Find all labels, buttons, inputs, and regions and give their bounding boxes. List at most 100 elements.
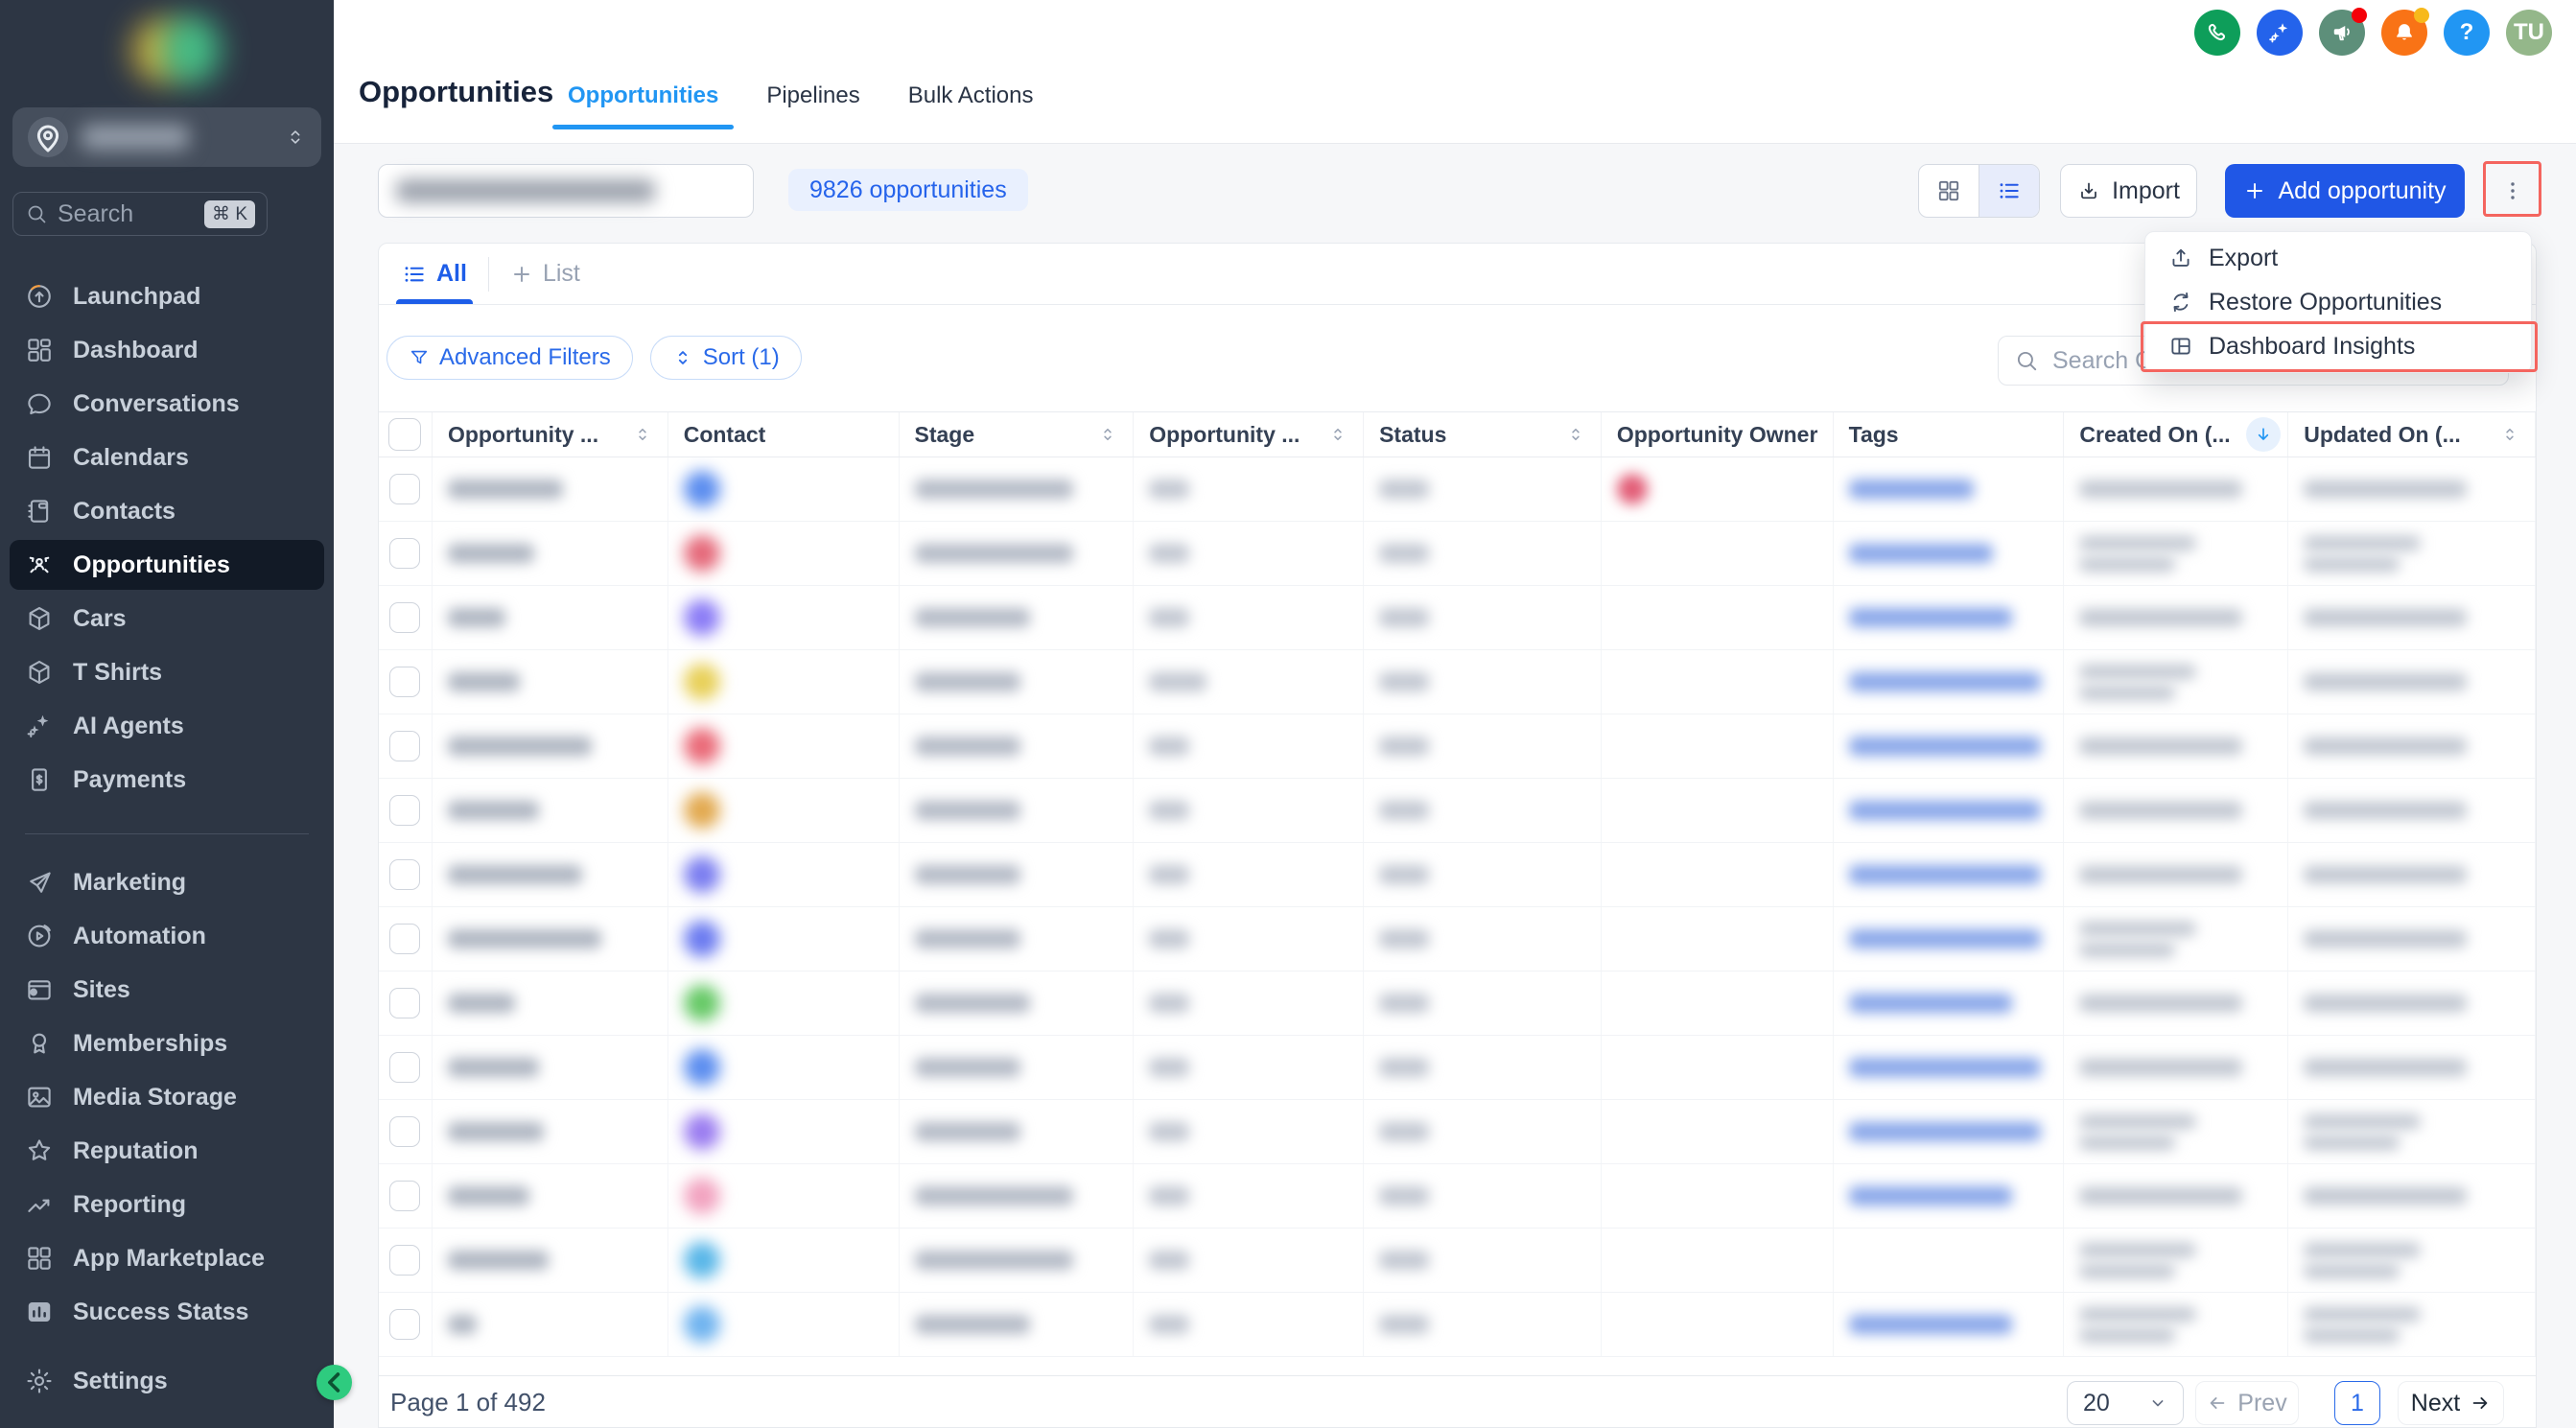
sidebar-item-contacts[interactable]: Contacts [0,484,334,538]
pipeline-select[interactable] [378,164,754,218]
notifications-button[interactable] [2381,10,2427,56]
import-button[interactable]: Import [2060,164,2197,218]
table-row[interactable] [379,586,2536,650]
sort-carets-icon[interactable] [633,425,652,444]
contact-avatar [684,1242,720,1278]
table-row[interactable] [379,457,2536,522]
table-row[interactable] [379,1229,2536,1293]
row-checkbox[interactable] [389,474,420,504]
sidebar-item-ai-agents[interactable]: AI Agents [0,699,334,753]
help-button[interactable]: ? [2444,10,2490,56]
announcements-button[interactable] [2319,10,2365,56]
current-page-button[interactable]: 1 [2334,1381,2380,1425]
select-all-checkbox[interactable] [388,418,421,451]
sidebar-item-media-storage[interactable]: Media Storage [0,1070,334,1124]
contact-avatar [684,792,720,829]
blurred-text [915,608,1030,627]
tab-all[interactable]: All [388,244,480,304]
blurred-text [915,1251,1073,1270]
sidebar-search-input[interactable]: Search ⌘ K [12,192,268,236]
sort-button[interactable]: Sort (1) [650,336,802,380]
table-row[interactable] [379,1164,2536,1229]
menu-item-dashboard-insights[interactable]: Dashboard Insights [2145,324,2531,368]
avatar-button[interactable]: TU [2506,10,2552,56]
sidebar-item-marketing[interactable]: Marketing [0,855,334,909]
table-row[interactable] [379,714,2536,779]
sidebar-item-sites[interactable]: Sites [0,963,334,1017]
table-row[interactable] [379,1293,2536,1357]
phone-button[interactable] [2194,10,2240,56]
sidebar-item-app-marketplace[interactable]: App Marketplace [0,1231,334,1285]
blurred-dates [2079,1243,2196,1278]
blurred-text [2304,995,2467,1012]
row-checkbox[interactable] [389,602,420,633]
row-checkbox[interactable] [389,1052,420,1083]
search-icon [25,202,48,225]
sidebar-collapse-button[interactable] [316,1365,352,1400]
sidebar-item-dashboard[interactable]: Dashboard [0,323,334,377]
add-list-button[interactable]: List [497,244,594,304]
sidebar-item-label: Automation [73,923,206,950]
table-row[interactable] [379,843,2536,907]
location-switcher[interactable] [12,107,321,167]
table-row[interactable] [379,907,2536,972]
next-page-button[interactable]: Next [2398,1381,2504,1425]
sort-carets-icon[interactable] [2500,425,2519,444]
row-checkbox[interactable] [389,795,420,826]
sidebar-item-calendars[interactable]: Calendars [0,431,334,484]
table-row[interactable] [379,779,2536,843]
sort-carets-icon[interactable] [1098,425,1117,444]
sort-desc-active[interactable] [2246,417,2281,452]
row-checkbox[interactable] [389,1116,420,1147]
table-row[interactable] [379,972,2536,1036]
more-actions-button[interactable] [2494,170,2532,212]
table-row[interactable] [379,1036,2536,1100]
row-checkbox[interactable] [389,988,420,1018]
search-shortcut-badge: ⌘ K [204,200,255,228]
list-view-button[interactable] [1979,165,2039,217]
blurred-text [2304,673,2467,691]
sidebar-item-payments[interactable]: Payments [0,753,334,807]
table-row[interactable] [379,522,2536,586]
sidebar-item-automation[interactable]: Automation [0,909,334,963]
sort-carets-icon[interactable] [1566,425,1585,444]
sidebar-item-conversations[interactable]: Conversations [0,377,334,431]
sidebar-item-success-statss[interactable]: Success Statss [0,1285,334,1339]
advanced-filters-button[interactable]: Advanced Filters [386,336,633,380]
prev-page-button[interactable]: Prev [2195,1381,2299,1425]
sidebar-item-memberships[interactable]: Memberships [0,1017,334,1070]
add-opportunity-button[interactable]: Add opportunity [2225,164,2465,218]
grid-view-button[interactable] [1919,165,1979,217]
row-checkbox[interactable] [389,1245,420,1276]
row-checkbox[interactable] [389,859,420,890]
row-checkbox[interactable] [389,1309,420,1340]
row-checkbox[interactable] [389,731,420,761]
ai-sparkles-button[interactable] [2257,10,2303,56]
blurred-text [915,1315,1030,1334]
table-row[interactable] [379,1100,2536,1164]
menu-item-export[interactable]: Export [2145,236,2531,280]
sidebar-item-opportunities[interactable]: Opportunities [0,538,334,592]
table-row[interactable] [379,650,2536,714]
prev-label: Prev [2237,1390,2286,1417]
row-checkbox[interactable] [389,667,420,697]
row-checkbox[interactable] [389,538,420,569]
blurred-text [1849,801,2041,820]
sidebar-item-reporting[interactable]: Reporting [0,1178,334,1231]
page-size-select[interactable]: 20 [2067,1381,2184,1425]
announcements-icon [2330,20,2354,45]
sidebar-item-t-shirts[interactable]: T Shirts [0,645,334,699]
tab-opportunities[interactable]: Opportunities [566,79,720,113]
tab-bulk-actions[interactable]: Bulk Actions [906,79,1036,113]
row-checkbox[interactable] [389,924,420,954]
plus-icon [2243,179,2266,202]
blurred-text [915,1122,1020,1141]
sort-carets-icon[interactable] [1328,425,1347,444]
sidebar-item-launchpad[interactable]: Launchpad [0,269,334,323]
sidebar-item-cars[interactable]: Cars [0,592,334,645]
tab-pipelines[interactable]: Pipelines [764,79,861,113]
sidebar-item-settings[interactable]: Settings [0,1354,334,1408]
menu-item-restore-opportunities[interactable]: Restore Opportunities [2145,280,2531,324]
row-checkbox[interactable] [389,1181,420,1211]
sidebar-item-reputation[interactable]: Reputation [0,1124,334,1178]
